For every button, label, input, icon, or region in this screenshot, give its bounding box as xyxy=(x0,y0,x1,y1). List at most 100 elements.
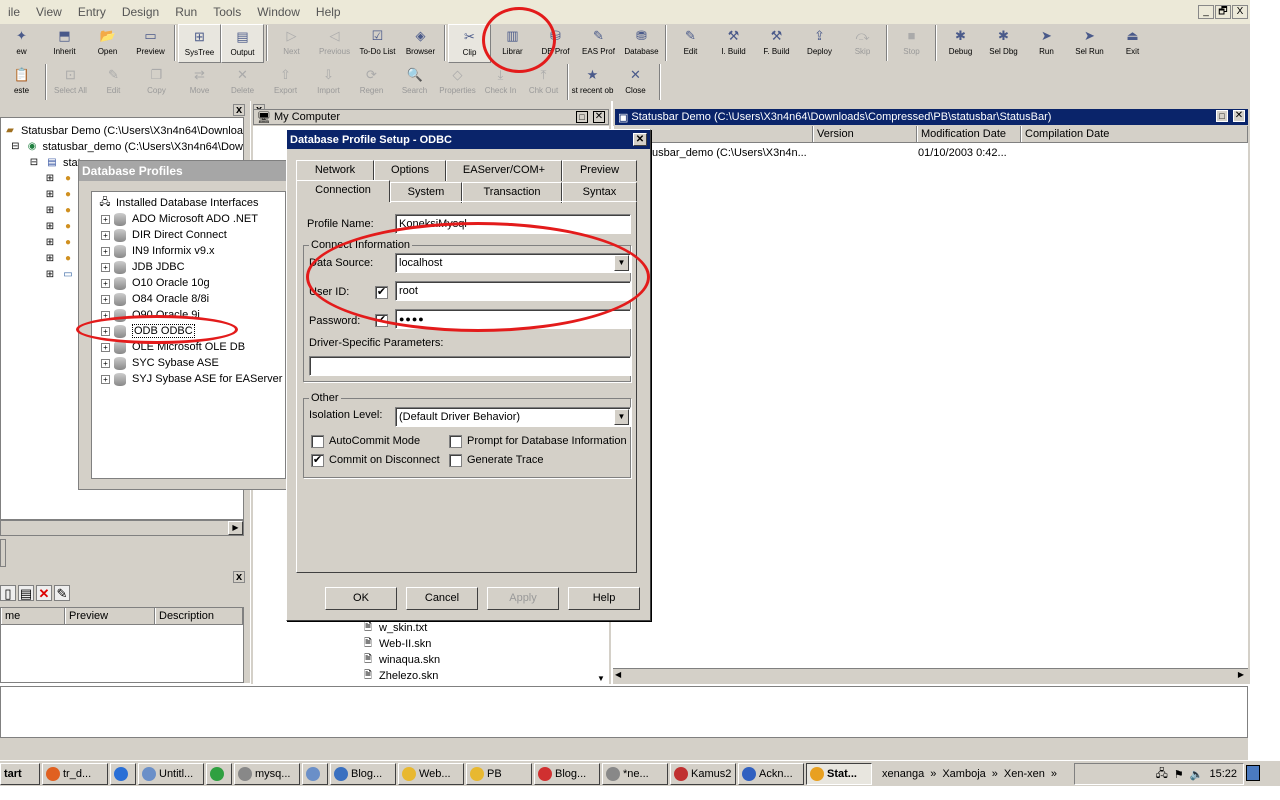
column-modification-date[interactable]: Modification Date xyxy=(917,126,1021,142)
taskbar-button[interactable]: mysq... xyxy=(234,762,300,785)
ok-button[interactable]: OK xyxy=(325,587,397,610)
expand-icon[interactable]: + xyxy=(101,374,110,384)
tree-item-target[interactable]: ▰ Statusbar Demo (C:\Users\X3n4n64\Downl… xyxy=(1,123,243,139)
menu-design[interactable]: Design xyxy=(114,5,167,19)
taskbar-button[interactable]: PB xyxy=(466,762,532,785)
taskbar-button[interactable]: *ne... xyxy=(602,762,668,785)
taskbar-button[interactable]: Stat... xyxy=(806,762,872,785)
taskbar-button[interactable]: Blog... xyxy=(534,762,600,785)
isolation-level-select[interactable]: (Default Driver Behavior) ▼ xyxy=(395,407,631,427)
toolbar-label[interactable]: Xen-xen xyxy=(1004,768,1045,780)
toolbar-previous-button[interactable]: ◁ Previous xyxy=(313,24,356,63)
toolbar-next-button[interactable]: ▷ Next xyxy=(270,24,313,63)
column-compilation-date[interactable]: Compilation Date xyxy=(1021,126,1248,142)
toolbar-copy-button[interactable]: ❐ Copy xyxy=(135,63,178,101)
dialog-close-icon[interactable]: ✕ xyxy=(633,133,647,146)
column-version[interactable]: Version xyxy=(813,126,917,142)
column-name[interactable]: me xyxy=(1,608,65,624)
menu-window[interactable]: Window xyxy=(249,5,308,19)
expand-icon[interactable]: + xyxy=(101,294,110,304)
toolbar-browser-button[interactable]: ◈ Browser xyxy=(399,24,442,63)
taskbar-button[interactable] xyxy=(302,762,328,785)
network-icon[interactable]: 🖧 xyxy=(1156,765,1168,784)
menu-ile[interactable]: ile xyxy=(0,5,28,19)
flag-icon[interactable]: ⚑ xyxy=(1174,768,1184,781)
toolbar-sel-run-button[interactable]: ➤ Sel Run xyxy=(1068,24,1111,63)
taskbar-button[interactable] xyxy=(110,762,136,785)
file-item[interactable]: 🗎 w_skin.txt xyxy=(361,620,440,636)
toolbar-i-build-button[interactable]: ⚒ I. Build xyxy=(712,24,755,63)
close-window-button[interactable]: X xyxy=(1232,5,1248,19)
copy-clip-icon[interactable]: ✎ xyxy=(54,585,70,601)
toolbar-delete-button[interactable]: ✕ Delete xyxy=(221,63,264,101)
collapse-icon[interactable]: ⊟ xyxy=(27,157,41,169)
toolbar-este-button[interactable]: 📋 este xyxy=(0,63,43,101)
toolbar-move-button[interactable]: ⇄ Move xyxy=(178,63,221,101)
toolbar-label[interactable]: xenanga xyxy=(882,768,924,780)
cancel-button[interactable]: Cancel xyxy=(406,587,478,610)
expand-icon[interactable]: + xyxy=(101,358,110,368)
file-item[interactable]: 🗎 winaqua.skn xyxy=(361,652,440,668)
systree-close-icon[interactable]: x xyxy=(233,104,245,116)
expand-icon[interactable]: + xyxy=(101,214,110,224)
maximize-icon[interactable]: □ xyxy=(576,111,588,123)
expand-icon[interactable]: + xyxy=(101,246,110,256)
db-interface-item[interactable]: + ADO Microsoft ADO .NET xyxy=(92,211,285,227)
chevron-right-icon[interactable]: » xyxy=(1051,768,1057,780)
toolbar-eas-prof-button[interactable]: ✎ EAS Prof xyxy=(577,24,620,63)
scroll-right-icon[interactable]: ▶ xyxy=(228,521,243,535)
toolbar-properties-button[interactable]: ◇ Properties xyxy=(436,63,479,101)
scroll-down-icon[interactable]: ▼ xyxy=(593,674,609,684)
tab-syntax[interactable]: Syntax xyxy=(562,182,637,203)
expand-icon[interactable]: ⊞ xyxy=(43,269,57,281)
expand-icon[interactable]: ⊞ xyxy=(43,221,57,233)
minimize-button[interactable]: _ xyxy=(1198,5,1214,19)
toolbar-sel-dbg-button[interactable]: ✱ Sel Dbg xyxy=(982,24,1025,63)
db-interface-item[interactable]: + JDB JDBC xyxy=(92,259,285,275)
generate-trace-checkbox[interactable] xyxy=(449,454,462,467)
db-interface-item[interactable]: + SYJ Sybase ASE for EAServer xyxy=(92,371,285,387)
expand-icon[interactable]: ⊞ xyxy=(43,237,57,249)
expand-icon[interactable]: + xyxy=(101,342,110,352)
taskbar-button[interactable]: Web... xyxy=(398,762,464,785)
column-preview[interactable]: Preview xyxy=(65,608,155,624)
restore-button[interactable]: 🗗 xyxy=(1215,5,1231,19)
menu-help[interactable]: Help xyxy=(308,5,349,19)
expand-icon[interactable]: ⊞ xyxy=(43,189,57,201)
toolbar-edit-button[interactable]: ✎ Edit xyxy=(92,63,135,101)
expand-icon[interactable]: ⊞ xyxy=(43,205,57,217)
toolbar-inherit-button[interactable]: ⬒ Inherit xyxy=(43,24,86,63)
toolbar-deploy-button[interactable]: ⇪ Deploy xyxy=(798,24,841,63)
expand-icon[interactable]: + xyxy=(101,278,110,288)
toolbar-output-button[interactable]: ▤ Output xyxy=(221,24,264,63)
toolbar-import-button[interactable]: ⇩ Import xyxy=(307,63,350,101)
file-item[interactable]: 🗎 Web-II.skn xyxy=(361,636,440,652)
toolbar-skip-button[interactable]: ⤼ Skip xyxy=(841,24,884,63)
tab-options[interactable]: Options xyxy=(374,160,446,181)
toolbar-st-recent-ob-button[interactable]: ★ st recent ob xyxy=(571,63,614,101)
commit-disconnect-checkbox[interactable]: ✔ xyxy=(311,454,324,467)
toolbar-stop-button[interactable]: ■ Stop xyxy=(890,24,933,63)
maximize-icon[interactable]: □ xyxy=(1216,110,1228,122)
toolbar-f-build-button[interactable]: ⚒ F. Build xyxy=(755,24,798,63)
prompt-db-checkbox[interactable] xyxy=(449,435,462,448)
chevron-down-icon[interactable]: ▼ xyxy=(614,409,629,425)
tree-item-application[interactable]: ⊟ ◉ statusbar_demo (C:\Users\X3n4n64\Dow xyxy=(1,139,243,155)
horizontal-scrollbar[interactable]: ▶ xyxy=(0,520,244,536)
collapse-icon[interactable]: ⊟ xyxy=(9,141,22,153)
expand-icon[interactable]: + xyxy=(101,262,110,272)
driver-params-field[interactable] xyxy=(309,356,631,376)
edit-clip-icon[interactable]: ▤ xyxy=(18,585,34,601)
tree-root[interactable]: 🖧 Installed Database Interfaces xyxy=(92,195,285,211)
toolbar-ew-button[interactable]: ✦ ew xyxy=(0,24,43,63)
toolbar-run-button[interactable]: ➤ Run xyxy=(1025,24,1068,63)
toolbar-systree-button[interactable]: ⊞ SysTree xyxy=(178,24,221,63)
tab-system[interactable]: System xyxy=(390,182,462,203)
toolbar-open-button[interactable]: 📂 Open xyxy=(86,24,129,63)
tab-connection[interactable]: Connection xyxy=(296,180,390,202)
db-interface-item[interactable]: + O10 Oracle 10g xyxy=(92,275,285,291)
horizontal-scrollbar[interactable]: ◀ ▶ xyxy=(613,668,1248,684)
output-close-icon[interactable]: x xyxy=(233,571,245,583)
taskbar-button[interactable]: Blog... xyxy=(330,762,396,785)
taskbar-button[interactable]: Untitl... xyxy=(138,762,204,785)
